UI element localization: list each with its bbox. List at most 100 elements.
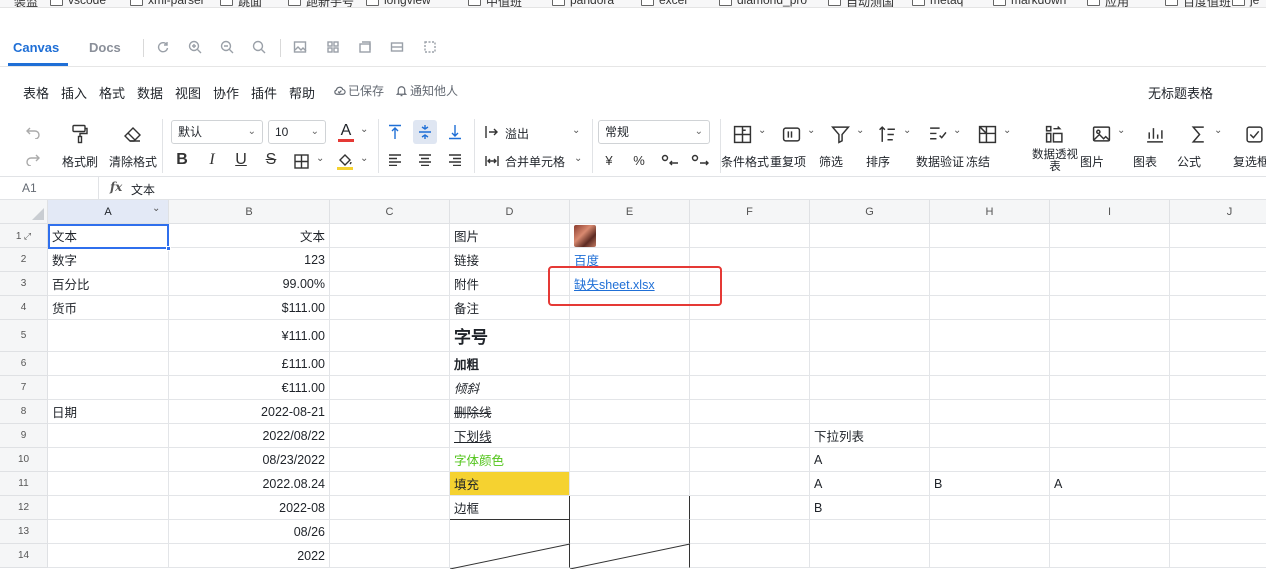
- fill-handle[interactable]: [166, 246, 171, 251]
- row-header-1[interactable]: 1 ⤢: [0, 224, 48, 248]
- align-left-icon[interactable]: [386, 151, 404, 169]
- cell-i10[interactable]: [1050, 448, 1170, 472]
- cell-a14[interactable]: [48, 544, 169, 568]
- cell-h13[interactable]: [930, 520, 1050, 544]
- cell-j1[interactable]: [1170, 224, 1266, 248]
- cell-c9[interactable]: [330, 424, 450, 448]
- cell-f3[interactable]: [690, 272, 810, 296]
- cell-i13[interactable]: [1050, 520, 1170, 544]
- cell-i5[interactable]: [1050, 320, 1170, 352]
- cell-e6[interactable]: [570, 352, 690, 376]
- bookmark-item[interactable]: excel: [659, 0, 687, 7]
- column-header-j[interactable]: J: [1170, 200, 1266, 224]
- tool-label[interactable]: 条件格式: [721, 153, 769, 170]
- formula-icon[interactable]: [1187, 123, 1209, 145]
- grid-icon[interactable]: [324, 38, 342, 56]
- cell-f7[interactable]: [690, 376, 810, 400]
- fill-color-icon[interactable]: [335, 151, 355, 171]
- cell-h8[interactable]: [930, 400, 1050, 424]
- cell-i4[interactable]: [1050, 296, 1170, 320]
- cell-i3[interactable]: [1050, 272, 1170, 296]
- cell-g8[interactable]: [810, 400, 930, 424]
- bookmark-item[interactable]: je: [1250, 0, 1259, 7]
- currency-button[interactable]: ¥: [600, 151, 618, 169]
- column-header-e[interactable]: E: [570, 200, 690, 224]
- cell-g12[interactable]: B: [810, 496, 930, 520]
- cell-b11[interactable]: 2022.08.24: [169, 472, 330, 496]
- cell-f6[interactable]: [690, 352, 810, 376]
- cell-f13[interactable]: [690, 520, 810, 544]
- cell-i1[interactable]: [1050, 224, 1170, 248]
- row-header-11[interactable]: 11: [0, 472, 48, 496]
- cell-f9[interactable]: [690, 424, 810, 448]
- cell-d8[interactable]: 删除线: [450, 400, 570, 424]
- chevron-down-icon[interactable]: ⌄: [1003, 125, 1011, 136]
- bookmark-item[interactable]: longview: [384, 0, 431, 7]
- cell-image-thumbnail[interactable]: [574, 224, 596, 247]
- cell-a7[interactable]: [48, 376, 169, 400]
- row-header-9[interactable]: 9: [0, 424, 48, 448]
- cell-f14[interactable]: [690, 544, 810, 568]
- cell-reference[interactable]: A1: [22, 181, 37, 195]
- menu-sheet[interactable]: 表格: [23, 83, 49, 102]
- bookmark-item[interactable]: diamond_pro: [737, 0, 807, 7]
- cell-f8[interactable]: [690, 400, 810, 424]
- align-center-icon[interactable]: [416, 151, 434, 169]
- column-header-a[interactable]: A: [48, 200, 169, 224]
- column-header-h[interactable]: H: [930, 200, 1050, 224]
- layers-icon[interactable]: [356, 38, 374, 56]
- cell-d7[interactable]: 倾斜: [450, 376, 570, 400]
- cell-a8[interactable]: 日期: [48, 400, 169, 424]
- cell-a10[interactable]: [48, 448, 169, 472]
- cell-j13[interactable]: [1170, 520, 1266, 544]
- clear-format-label[interactable]: 清除格式: [109, 153, 157, 170]
- cell-j6[interactable]: [1170, 352, 1266, 376]
- bookmark-item[interactable]: 自动测国: [846, 0, 894, 7]
- tool-label[interactable]: 公式: [1177, 153, 1201, 170]
- cell-a9[interactable]: [48, 424, 169, 448]
- tool-label[interactable]: 重复项: [770, 153, 806, 170]
- cell-j2[interactable]: [1170, 248, 1266, 272]
- cell-d10[interactable]: 字体颜色: [450, 448, 570, 472]
- cell-d14[interactable]: [450, 544, 570, 568]
- refresh-icon[interactable]: [154, 38, 172, 56]
- cell-d4[interactable]: 备注: [450, 296, 570, 320]
- paint-brush-icon[interactable]: [70, 123, 90, 145]
- cell-c8[interactable]: [330, 400, 450, 424]
- chevron-down-icon[interactable]: ⌄: [953, 125, 961, 136]
- cell-b2[interactable]: 123: [169, 248, 330, 272]
- cell-i9[interactable]: [1050, 424, 1170, 448]
- cell-a1[interactable]: 文本: [48, 224, 169, 248]
- cell-j12[interactable]: [1170, 496, 1266, 520]
- cell-a13[interactable]: [48, 520, 169, 544]
- duplicate-icon[interactable]: [780, 123, 802, 145]
- cell-f11[interactable]: [690, 472, 810, 496]
- cell-b13[interactable]: 08/26: [169, 520, 330, 544]
- cell-g4[interactable]: [810, 296, 930, 320]
- underline-button[interactable]: U: [232, 150, 250, 170]
- cell-h11[interactable]: B: [930, 472, 1050, 496]
- tab-docs[interactable]: Docs: [89, 40, 121, 55]
- italic-button[interactable]: I: [203, 150, 221, 170]
- cell-c14[interactable]: [330, 544, 450, 568]
- cell-g11[interactable]: A: [810, 472, 930, 496]
- cell-g5[interactable]: [810, 320, 930, 352]
- chevron-down-icon[interactable]: ⌄: [856, 125, 864, 136]
- chevron-down-icon[interactable]: ⌄: [572, 125, 580, 136]
- bookmark-item[interactable]: 装监: [14, 0, 38, 7]
- menu-collab[interactable]: 协作: [213, 83, 239, 102]
- cell-h6[interactable]: [930, 352, 1050, 376]
- cell-d12[interactable]: 边框: [450, 496, 570, 520]
- bold-button[interactable]: B: [173, 150, 191, 170]
- picture-icon[interactable]: [1090, 123, 1112, 145]
- row-header-3[interactable]: 3: [0, 272, 48, 296]
- cell-c1[interactable]: [330, 224, 450, 248]
- cell-d13[interactable]: [450, 520, 570, 544]
- align-top-icon[interactable]: [386, 122, 404, 142]
- cell-g3[interactable]: [810, 272, 930, 296]
- cell-b5[interactable]: ¥111.00: [169, 320, 330, 352]
- chevron-down-icon[interactable]: ⌄: [316, 153, 324, 164]
- document-title[interactable]: 无标题表格: [1148, 83, 1213, 102]
- cell-j8[interactable]: [1170, 400, 1266, 424]
- select-all-corner[interactable]: [0, 200, 48, 224]
